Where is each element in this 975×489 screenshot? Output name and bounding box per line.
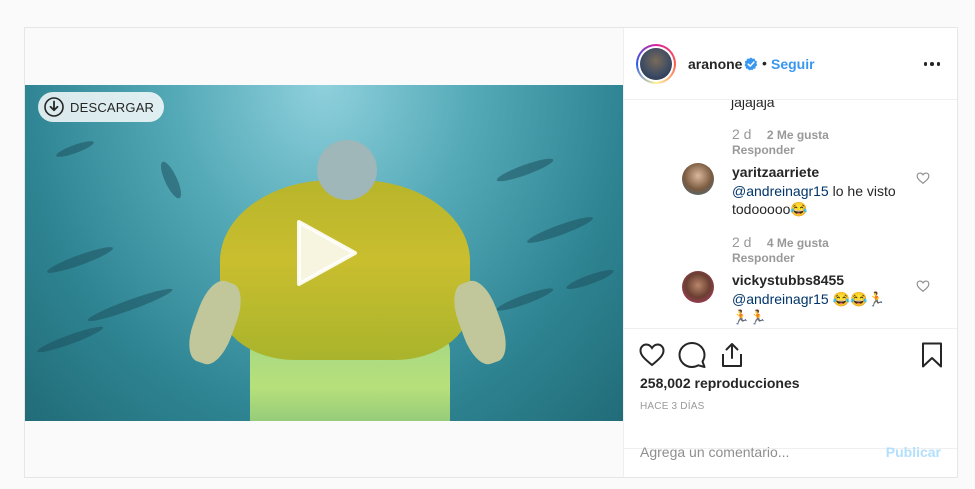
post-card: DESCARGAR aranone • Seguir jajajaja 2 d … <box>24 27 958 478</box>
comment-time[interactable]: 2 d <box>732 126 751 142</box>
background-fish <box>35 323 105 356</box>
background-fish <box>86 284 174 326</box>
comment-avatar[interactable] <box>682 271 714 303</box>
more-options-icon[interactable] <box>922 54 942 74</box>
like-comment-heart-icon[interactable] <box>916 279 930 293</box>
comment-input[interactable]: Agrega un comentario... <box>640 444 789 460</box>
mention-link[interactable]: @andreinagr15 <box>732 183 829 199</box>
username-link[interactable]: aranone <box>688 56 742 72</box>
comments-list[interactable]: jajajaja 2 d 2 Me gusta Responder yaritz… <box>624 100 957 329</box>
follow-button[interactable]: Seguir <box>771 56 815 72</box>
download-button[interactable]: DESCARGAR <box>38 92 165 122</box>
avatar-image <box>640 48 672 80</box>
comment-likes[interactable]: 2 Me gusta <box>767 128 829 142</box>
more-dot <box>923 62 928 66</box>
background-fish <box>45 243 115 277</box>
background-fish <box>157 159 185 201</box>
comment-meta: 2 d 2 Me gusta <box>732 126 829 142</box>
post-side-panel: aranone • Seguir jajajaja 2 d 2 Me gusta… <box>624 28 957 477</box>
comment-icon[interactable] <box>678 341 706 369</box>
play-icon[interactable] <box>295 218 359 288</box>
background-fish <box>54 138 96 160</box>
more-dot <box>930 62 934 66</box>
reply-button[interactable]: Responder <box>732 143 795 157</box>
post-timestamp[interactable]: HACE 3 DÍAS <box>640 401 704 412</box>
reply-button[interactable]: Responder <box>732 251 795 265</box>
background-fish <box>495 285 555 314</box>
avatar[interactable] <box>636 44 676 84</box>
share-icon[interactable] <box>718 341 746 369</box>
mention-link[interactable]: @andreinagr15 <box>732 291 829 307</box>
background-fish <box>525 213 595 247</box>
video-player[interactable]: DESCARGAR <box>25 85 623 421</box>
comment-time[interactable]: 2 d <box>732 234 751 250</box>
comment-likes[interactable]: 4 Me gusta <box>767 236 829 250</box>
download-label: DESCARGAR <box>70 99 155 115</box>
view-count[interactable]: 258,002 reproducciones <box>640 375 800 391</box>
diver-head <box>317 140 377 200</box>
comment-text: @andreinagr15 😂😂🏃🏃🏃 <box>732 290 902 326</box>
comment-text: @andreinagr15 lo he visto todooooo😂 <box>732 182 902 218</box>
more-dot <box>936 62 941 66</box>
comment-avatar[interactable] <box>682 163 714 195</box>
verified-badge-icon <box>744 57 758 71</box>
media-area: DESCARGAR <box>25 28 624 477</box>
like-heart-icon[interactable] <box>638 341 666 369</box>
save-bookmark-icon[interactable] <box>918 341 946 369</box>
comment-text-partial: jajajaja <box>731 100 775 110</box>
add-comment-bar: Agrega un comentario... Publicar <box>624 421 957 477</box>
publish-button[interactable]: Publicar <box>886 444 941 460</box>
like-comment-heart-icon[interactable] <box>916 171 930 185</box>
comment-meta: 2 d 4 Me gusta <box>732 234 829 250</box>
header-separator: • <box>762 55 767 71</box>
comment-username[interactable]: yaritzaarriete <box>732 164 819 180</box>
post-header: aranone • Seguir <box>624 28 957 100</box>
comment-username[interactable]: vickystubbs8455 <box>732 272 844 288</box>
background-fish <box>564 266 616 293</box>
background-fish <box>495 155 555 185</box>
download-icon <box>44 97 64 117</box>
